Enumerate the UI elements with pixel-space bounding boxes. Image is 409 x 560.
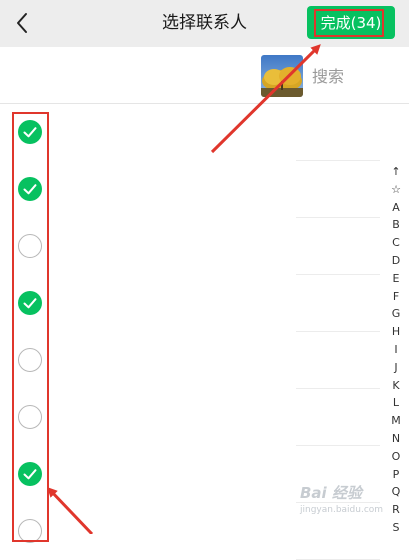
checkmark-icon xyxy=(23,469,37,480)
contact-row[interactable] xyxy=(0,104,380,161)
checkbox-checked[interactable] xyxy=(18,462,42,486)
chevron-left-icon xyxy=(15,12,29,34)
checkbox-unchecked[interactable] xyxy=(18,405,42,429)
contact-row[interactable] xyxy=(0,446,380,503)
contact-row[interactable] xyxy=(0,503,380,560)
index-letter[interactable]: G xyxy=(384,305,408,323)
selected-contact-avatar[interactable] xyxy=(261,55,303,97)
top-bar: 选择联系人 完成(34) xyxy=(0,0,409,47)
index-letter[interactable]: C xyxy=(384,234,408,252)
checkbox-checked[interactable] xyxy=(18,177,42,201)
contact-row[interactable] xyxy=(0,218,380,275)
index-letter[interactable]: M xyxy=(384,412,408,430)
index-letter[interactable]: F xyxy=(384,288,408,306)
index-letter[interactable]: P xyxy=(384,466,408,484)
index-letter[interactable]: J xyxy=(384,359,408,377)
checkbox-checked[interactable] xyxy=(18,120,42,144)
search-bar xyxy=(0,47,409,104)
index-letter[interactable]: N xyxy=(384,430,408,448)
contact-row[interactable] xyxy=(0,332,380,389)
index-letter[interactable]: S xyxy=(384,519,408,537)
alphabet-index[interactable]: ↑ ☆ A B C D E F G H I J K L M N O P Q R S xyxy=(384,163,408,537)
checkmark-icon xyxy=(23,127,37,138)
index-letter[interactable]: B xyxy=(384,216,408,234)
index-letter[interactable]: H xyxy=(384,323,408,341)
checkmark-icon xyxy=(23,184,37,195)
index-letter[interactable]: E xyxy=(384,270,408,288)
back-button[interactable] xyxy=(4,4,40,42)
checkbox-unchecked[interactable] xyxy=(18,519,42,543)
index-letter[interactable]: L xyxy=(384,394,408,412)
checkbox-checked[interactable] xyxy=(18,291,42,315)
contact-row[interactable] xyxy=(0,161,380,218)
contact-row[interactable] xyxy=(0,275,380,332)
index-letter[interactable]: I xyxy=(384,341,408,359)
index-letter[interactable]: O xyxy=(384,448,408,466)
search-input[interactable] xyxy=(306,61,407,91)
checkbox-unchecked[interactable] xyxy=(18,348,42,372)
index-letter[interactable]: ☆ xyxy=(384,181,408,199)
index-letter[interactable]: A xyxy=(384,199,408,217)
index-letter[interactable]: D xyxy=(384,252,408,270)
index-letter[interactable]: R xyxy=(384,501,408,519)
index-letter[interactable]: ↑ xyxy=(384,163,408,181)
contact-row[interactable] xyxy=(0,389,380,446)
done-button[interactable]: 完成(34) xyxy=(307,6,395,39)
contact-list xyxy=(0,104,409,560)
index-letter[interactable]: Q xyxy=(384,483,408,501)
checkmark-icon xyxy=(23,298,37,309)
index-letter[interactable]: K xyxy=(384,377,408,395)
checkbox-unchecked[interactable] xyxy=(18,234,42,258)
